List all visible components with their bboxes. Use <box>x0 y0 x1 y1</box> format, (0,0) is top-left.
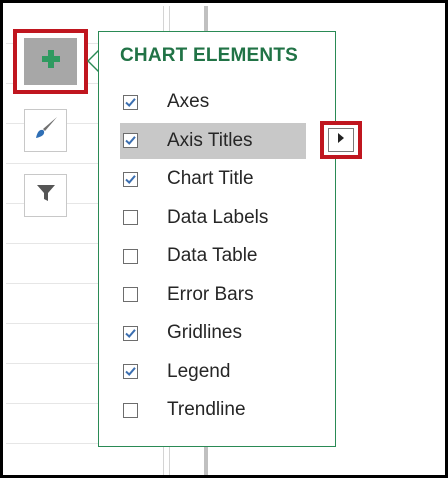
checkbox[interactable] <box>123 287 138 302</box>
checkbox[interactable] <box>123 210 138 225</box>
checkmark-icon <box>125 328 136 338</box>
flyout-title: CHART ELEMENTS <box>120 45 299 66</box>
checkmark-icon <box>125 136 136 145</box>
checkbox[interactable] <box>123 364 138 379</box>
checkbox[interactable] <box>123 94 138 110</box>
chart-element-axes[interactable]: Axes <box>120 84 310 120</box>
chart-element-data-labels[interactable]: Data Labels <box>120 200 310 236</box>
chart-element-label: Axis Titles <box>167 129 253 151</box>
axis-titles-submenu-button[interactable] <box>328 128 354 152</box>
chart-element-label: Data Labels <box>167 206 269 228</box>
chart-filters-button[interactable] <box>24 174 67 217</box>
chart-styles-button[interactable] <box>24 109 67 152</box>
chart-elements-flyout: CHART ELEMENTS Axes Axis Titles Chart Titl… <box>98 31 362 447</box>
chart-element-chart-title[interactable]: Chart Title <box>120 161 310 197</box>
plus-icon <box>40 48 62 75</box>
chart-element-label: Data Table <box>167 245 258 266</box>
chart-element-legend[interactable]: Legend <box>120 354 310 390</box>
chart-element-error-bars[interactable]: Error Bars <box>120 277 310 313</box>
axis-titles-submenu-highlight <box>320 121 362 159</box>
checkbox[interactable] <box>123 402 138 418</box>
chart-element-trendline[interactable]: Trendline <box>120 392 310 428</box>
chart-elements-button[interactable] <box>24 38 77 85</box>
checkbox[interactable] <box>123 133 138 148</box>
chart-element-data-table[interactable]: Data Table <box>120 238 310 274</box>
checkmark-icon <box>125 367 136 376</box>
chart-element-label: Axes <box>167 91 210 112</box>
chart-element-label: Error Bars <box>167 283 254 305</box>
checkmark-icon <box>125 174 136 184</box>
checkbox[interactable] <box>123 325 138 341</box>
checkbox[interactable] <box>123 171 138 187</box>
chart-element-axis-titles[interactable]: Axis Titles <box>120 122 306 159</box>
chart-element-label: Legend <box>167 360 231 382</box>
filter-icon <box>35 182 57 209</box>
arrow-right-icon <box>336 131 346 149</box>
chart-element-label: Gridlines <box>167 322 242 343</box>
chart-element-label: Trendline <box>167 399 246 420</box>
chart-element-label: Chart Title <box>167 168 254 189</box>
checkmark-icon <box>125 97 136 107</box>
chart-elements-button-highlight <box>13 29 88 94</box>
checkbox[interactable] <box>123 248 138 264</box>
chart-element-gridlines[interactable]: Gridlines <box>120 315 310 351</box>
paintbrush-icon <box>33 115 59 146</box>
